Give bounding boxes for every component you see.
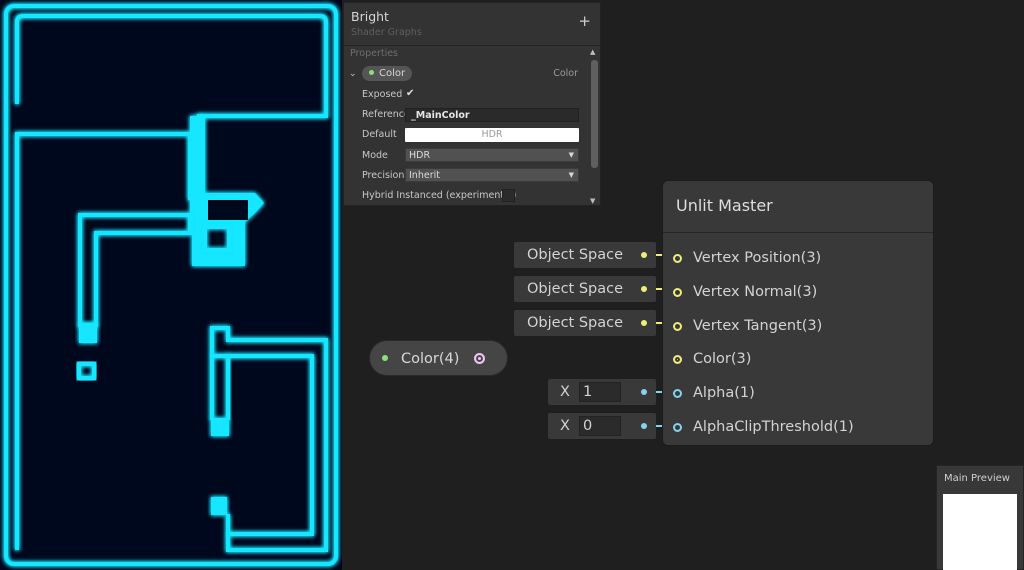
unlit-master-node[interactable]: Unlit Master Vertex Position(3) Vertex N… xyxy=(662,180,934,446)
alpha-value-input[interactable]: 1 xyxy=(579,382,621,402)
output-port-icon[interactable] xyxy=(641,286,647,292)
port-label: Vertex Position(3) xyxy=(693,250,822,266)
port-label: Vertex Normal(3) xyxy=(693,284,818,300)
port-vertex-position[interactable]: Vertex Position(3) xyxy=(673,248,821,268)
master-node-title: Unlit Master xyxy=(676,196,773,215)
port-vertex-tangent[interactable]: Vertex Tangent(3) xyxy=(673,316,822,336)
input-port-icon[interactable] xyxy=(673,254,682,263)
port-label: Vertex Tangent(3) xyxy=(693,318,823,334)
main-preview-title: Main Preview xyxy=(944,473,1010,484)
alpha-axis-label: X xyxy=(560,384,570,400)
clip-axis-label: X xyxy=(560,418,570,434)
input-port-icon[interactable] xyxy=(673,389,682,398)
color-property-node[interactable]: Color(4) xyxy=(369,340,508,376)
output-port-icon[interactable] xyxy=(641,389,647,395)
property-dot-icon xyxy=(382,355,388,361)
clip-value-input[interactable]: 0 xyxy=(579,416,621,436)
port-label: AlphaClipThreshold(1) xyxy=(693,419,854,435)
output-port-icon[interactable] xyxy=(641,320,647,326)
input-port-connected-icon[interactable] xyxy=(673,355,682,364)
port-color[interactable]: Color(3) xyxy=(673,349,751,369)
main-preview-panel[interactable]: Main Preview xyxy=(936,465,1024,570)
object-space-node-tangent[interactable]: Object Space xyxy=(514,310,656,336)
output-port-icon[interactable] xyxy=(474,353,485,364)
preview-render[interactable] xyxy=(943,494,1017,570)
object-space-label: Object Space xyxy=(527,315,624,331)
object-space-node-normal[interactable]: Object Space xyxy=(514,276,656,302)
port-alpha[interactable]: Alpha(1) xyxy=(673,383,755,403)
input-port-icon[interactable] xyxy=(673,288,682,297)
output-port-icon[interactable] xyxy=(641,423,647,429)
input-port-icon[interactable] xyxy=(673,423,682,432)
input-port-icon[interactable] xyxy=(673,322,682,331)
object-space-label: Object Space xyxy=(527,247,624,263)
master-node-divider xyxy=(663,232,933,233)
port-label: Color(3) xyxy=(693,351,752,367)
output-port-icon[interactable] xyxy=(641,252,647,258)
object-space-label: Object Space xyxy=(527,281,624,297)
clip-value-node[interactable]: X 0 xyxy=(548,413,656,439)
port-alpha-clip-threshold[interactable]: AlphaClipThreshold(1) xyxy=(673,417,854,437)
alpha-value-node[interactable]: X 1 xyxy=(548,379,656,405)
port-vertex-normal[interactable]: Vertex Normal(3) xyxy=(673,282,817,302)
object-space-node-position[interactable]: Object Space xyxy=(514,242,656,268)
port-label: Alpha(1) xyxy=(693,385,755,401)
color-node-label: Color(4) xyxy=(401,351,460,367)
